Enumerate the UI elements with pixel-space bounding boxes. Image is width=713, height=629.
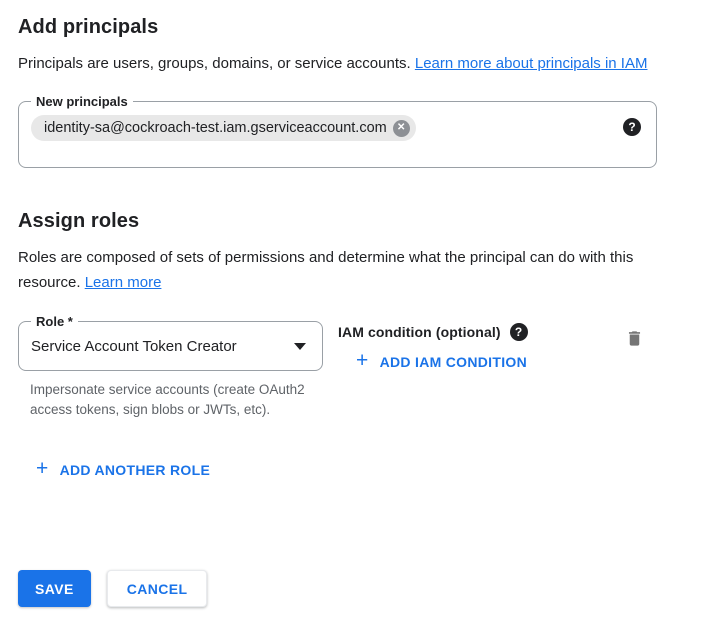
principals-intro-text: Principals are users, groups, domains, o… (18, 51, 670, 76)
principal-chip-value: identity-sa@cockroach-test.iam.gservicea… (44, 120, 387, 136)
chip-remove-icon[interactable]: ✕ (393, 120, 410, 137)
iam-condition-column: IAM condition (optional) ? + ADD IAM CON… (338, 321, 608, 373)
save-button[interactable]: SAVE (18, 570, 91, 607)
cancel-button[interactable]: CANCEL (107, 570, 208, 607)
add-principals-panel: Add principals Principals are users, gro… (0, 0, 713, 629)
iam-condition-label-row: IAM condition (optional) ? (338, 323, 608, 341)
add-iam-condition-button[interactable]: + ADD IAM CONDITION (356, 352, 527, 372)
add-another-role-button[interactable]: + ADD ANOTHER ROLE (36, 460, 210, 480)
iam-condition-label: IAM condition (optional) (338, 324, 501, 340)
iam-condition-help-icon[interactable]: ? (510, 323, 528, 341)
plus-icon: + (36, 461, 49, 477)
delete-role-button[interactable] (623, 326, 646, 351)
action-buttons-row: SAVE CANCEL (18, 570, 207, 607)
role-label: Role * (31, 313, 78, 330)
new-principals-label: New principals (31, 93, 133, 110)
trash-icon (625, 328, 644, 349)
page-title: Add principals (18, 16, 713, 39)
role-row: Role * Service Account Token Creator Imp… (18, 321, 713, 420)
role-description: Impersonate service accounts (create OAu… (30, 380, 318, 420)
principals-help-icon[interactable]: ? (623, 118, 641, 136)
learn-more-principals-link[interactable]: Learn more about principals in IAM (415, 55, 648, 72)
plus-icon: + (356, 353, 369, 369)
role-selected-value: Service Account Token Creator (31, 338, 237, 355)
role-select[interactable]: Role * Service Account Token Creator (18, 321, 323, 371)
add-another-role-label: ADD ANOTHER ROLE (60, 460, 211, 480)
roles-intro-text: Roles are composed of sets of permission… (18, 245, 670, 295)
learn-more-roles-link[interactable]: Learn more (85, 274, 162, 291)
assign-roles-title: Assign roles (18, 210, 713, 233)
add-iam-condition-label: ADD IAM CONDITION (380, 352, 527, 372)
new-principals-field[interactable]: New principals identity-sa@cockroach-tes… (18, 101, 657, 168)
role-column: Role * Service Account Token Creator Imp… (18, 321, 323, 420)
principal-chip[interactable]: identity-sa@cockroach-test.iam.gservicea… (31, 115, 416, 141)
principals-intro-body: Principals are users, groups, domains, o… (18, 55, 411, 72)
dropdown-arrow-icon (294, 343, 306, 350)
